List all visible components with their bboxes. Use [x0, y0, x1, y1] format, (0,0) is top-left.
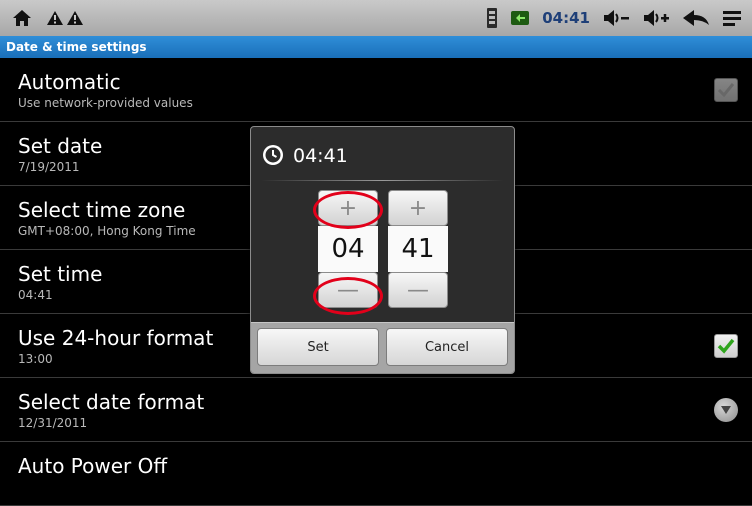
status-bar: 04:41 — [0, 0, 752, 36]
setting-title: Automatic — [18, 70, 121, 94]
setting-row-automatic[interactable]: Automatic Use network-provided values — [0, 58, 752, 122]
checkmark-icon — [717, 83, 735, 98]
setting-title: Set date — [18, 134, 103, 158]
dialog-button-bar: Set Cancel — [251, 322, 514, 373]
clock-icon — [261, 143, 285, 171]
warning-icon — [46, 10, 64, 26]
hour-increment-button[interactable]: + — [318, 190, 378, 226]
home-icon[interactable] — [12, 9, 32, 27]
setting-title: Set time — [18, 262, 103, 286]
dialog-title: 04:41 — [293, 145, 348, 167]
dialog-header: 04:41 — [251, 127, 514, 181]
setting-title: Auto Power Off — [18, 454, 168, 478]
dialog-divider — [261, 180, 504, 181]
hour-value[interactable]: 04 — [318, 226, 378, 272]
setting-title: Use 24-hour format — [18, 326, 214, 350]
sim-card-icon — [486, 7, 498, 29]
hour-spinner: + 04 — — [318, 190, 378, 308]
setting-subtitle: 13:00 — [18, 352, 53, 366]
dropdown-icon[interactable] — [714, 398, 738, 422]
chevron-down-icon — [721, 406, 731, 414]
setting-subtitle: Use network-provided values — [18, 96, 193, 110]
status-bar-left — [12, 5, 84, 31]
setting-subtitle: 04:41 — [18, 288, 53, 302]
battery-icon — [510, 10, 530, 26]
minute-value[interactable]: 41 — [388, 226, 448, 272]
setting-row-auto-power-off[interactable]: Auto Power Off — [0, 442, 752, 506]
back-icon[interactable] — [682, 9, 710, 27]
status-bar-right: 04:41 — [486, 5, 742, 31]
setting-title: Select time zone — [18, 198, 186, 222]
page-title: Date & time settings — [6, 40, 147, 54]
volume-down-icon[interactable] — [602, 9, 630, 27]
volume-up-icon[interactable] — [642, 9, 670, 27]
automatic-checkbox[interactable] — [714, 78, 738, 102]
page-title-bar: Date & time settings — [0, 36, 752, 58]
time-picker-dialog: 04:41 + 04 — + 41 — Set Cancel — [250, 126, 515, 374]
minute-increment-button[interactable]: + — [388, 190, 448, 226]
setting-subtitle: 12/31/2011 — [18, 416, 88, 430]
checkmark-icon — [717, 338, 735, 354]
set-button[interactable]: Set — [257, 328, 379, 366]
menu-icon[interactable] — [722, 9, 742, 27]
setting-subtitle: 7/19/2011 — [18, 160, 80, 174]
cancel-button[interactable]: Cancel — [386, 328, 508, 366]
status-time: 04:41 — [542, 9, 590, 27]
setting-row-date-format[interactable]: Select date format 12/31/2011 — [0, 378, 752, 442]
24-hour-checkbox[interactable] — [714, 334, 738, 358]
minute-spinner: + 41 — — [388, 190, 448, 308]
warning-icon — [66, 10, 84, 26]
hour-decrement-button[interactable]: — — [318, 272, 378, 308]
setting-title: Select date format — [18, 390, 205, 414]
setting-subtitle: GMT+08:00, Hong Kong Time — [18, 224, 196, 238]
minute-decrement-button[interactable]: — — [388, 272, 448, 308]
